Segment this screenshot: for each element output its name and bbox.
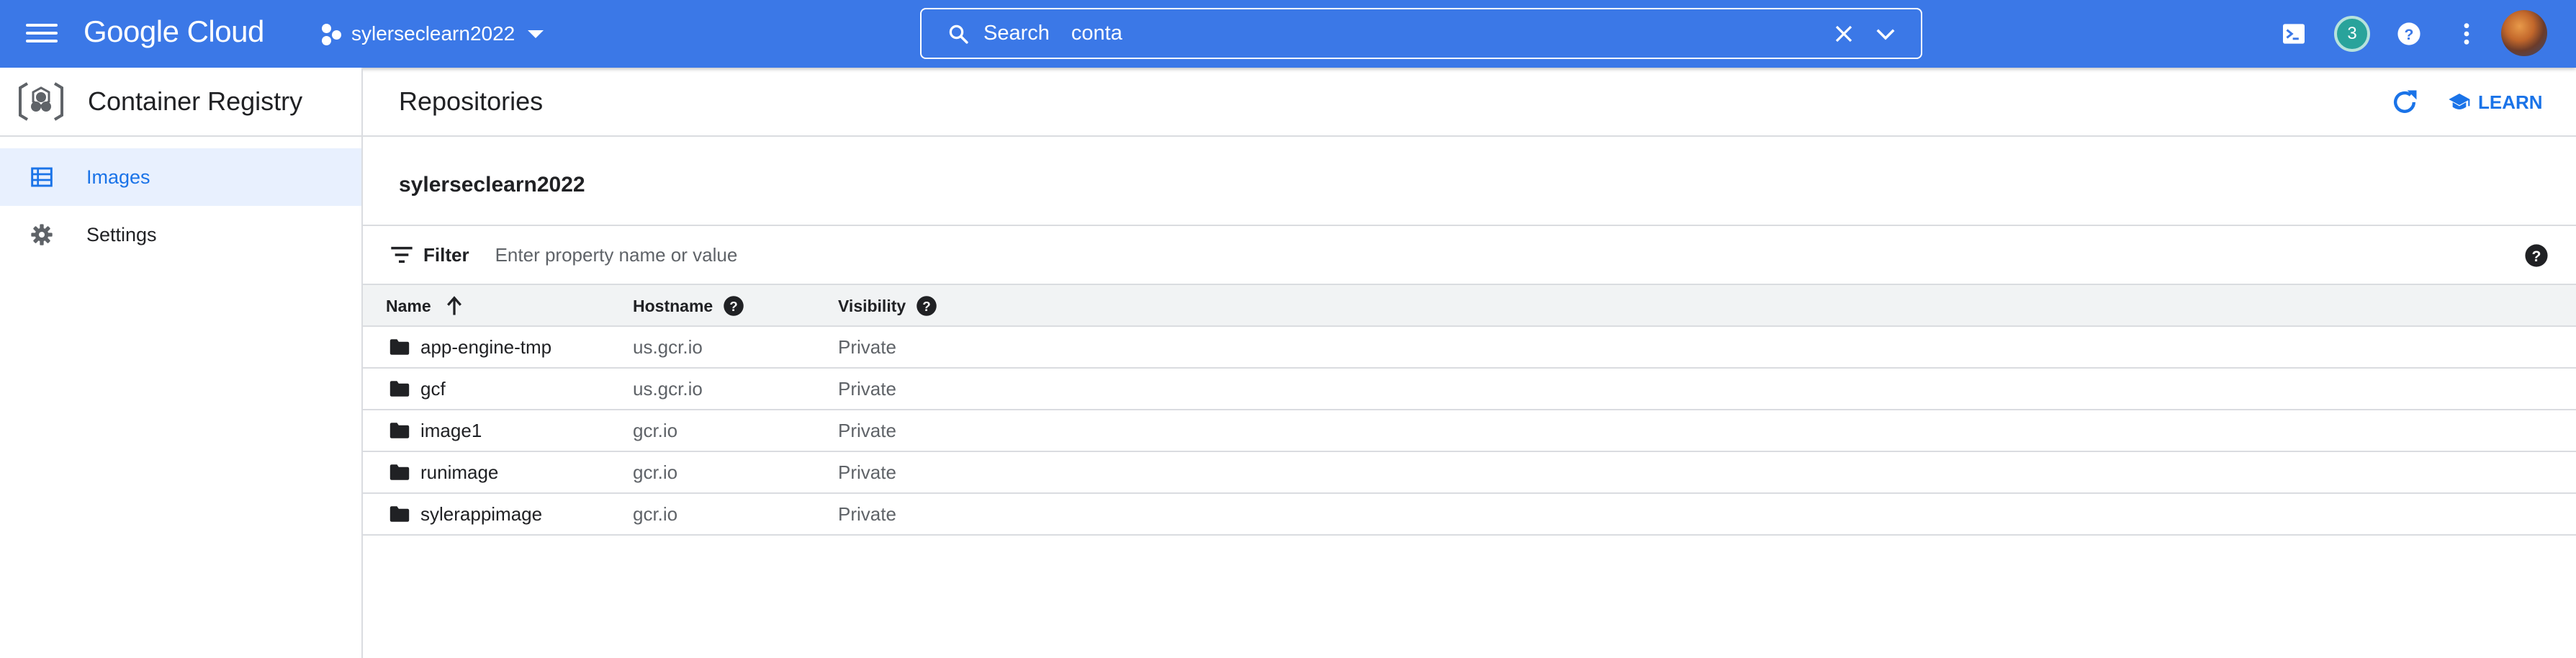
side-nav: Container Registry Images Settings	[0, 68, 363, 658]
help-icon[interactable]: ?	[2524, 243, 2549, 268]
help-icon[interactable]: ?	[916, 295, 937, 317]
search-input[interactable]: conta	[1071, 22, 1122, 45]
chevron-down-icon	[528, 30, 544, 38]
search-icon	[949, 24, 968, 44]
project-selector[interactable]: sylerseclearn2022	[320, 17, 544, 50]
hostname-cell: gcr.io	[633, 502, 678, 525]
filter-bar: Filter ?	[363, 225, 2576, 285]
column-header-hostname[interactable]: Hostname ?	[633, 285, 744, 327]
visibility-cell: Private	[838, 335, 896, 358]
list-icon	[31, 167, 53, 187]
close-icon[interactable]	[1833, 23, 1855, 45]
folder-icon	[389, 506, 410, 522]
hostname-cell: us.gcr.io	[633, 377, 703, 400]
table-header: Name Hostname ? Visibility ?	[363, 285, 2576, 327]
hostname-cell: gcr.io	[633, 419, 678, 441]
menu-icon[interactable]	[26, 20, 58, 46]
column-header-name[interactable]: Name	[386, 285, 464, 327]
table-row[interactable]: runimage gcr.io Private	[363, 452, 2576, 494]
google-cloud-logo[interactable]: Google Cloud	[84, 14, 264, 49]
chevron-down-icon[interactable]	[1875, 25, 1896, 44]
filter-icon	[391, 246, 413, 263]
svg-text:?: ?	[729, 299, 737, 314]
repository-link[interactable]: sylerappimage	[389, 494, 542, 534]
table-row[interactable]: sylerappimage gcr.io Private	[363, 494, 2576, 536]
visibility-cell: Private	[838, 377, 896, 400]
table-row[interactable]: gcf us.gcr.io Private	[363, 369, 2576, 410]
hostname-cell: us.gcr.io	[633, 335, 703, 358]
main-content: Repositories LEARN sylerseclearn2022 Fil…	[363, 68, 2576, 658]
help-icon[interactable]: ?	[2393, 18, 2425, 50]
repositories-table: Name Hostname ? Visibility ? app-engine-…	[363, 285, 2576, 536]
repository-title: sylerseclearn2022	[399, 173, 585, 197]
product-title: Container Registry	[88, 86, 303, 116]
page-title: Repositories	[399, 86, 544, 116]
search-label: Search	[983, 22, 1050, 45]
repository-link[interactable]: app-engine-tmp	[389, 327, 551, 367]
gear-icon	[31, 224, 53, 245]
more-vert-icon[interactable]	[2451, 18, 2482, 50]
school-icon	[2449, 94, 2470, 109]
help-icon[interactable]: ?	[723, 295, 744, 317]
sidebar-item-label: Images	[86, 166, 150, 188]
column-header-visibility[interactable]: Visibility ?	[838, 285, 937, 327]
sidebar-item-settings[interactable]: Settings	[0, 206, 361, 263]
container-registry-icon	[19, 82, 63, 121]
refresh-icon[interactable]	[2389, 86, 2420, 118]
table-row[interactable]: image1 gcr.io Private	[363, 410, 2576, 452]
visibility-cell: Private	[838, 419, 896, 441]
page-header: Repositories LEARN	[363, 68, 2576, 137]
learn-label: LEARN	[2478, 91, 2543, 113]
folder-icon	[389, 464, 410, 480]
arrow-up-icon	[446, 296, 461, 315]
hostname-cell: gcr.io	[633, 461, 678, 483]
folder-icon	[389, 381, 410, 397]
notification-badge[interactable]: 3	[2334, 16, 2370, 52]
cloud-shell-icon[interactable]	[2278, 18, 2310, 50]
folder-icon	[389, 423, 410, 438]
learn-button[interactable]: LEARN	[2448, 88, 2543, 117]
repository-link[interactable]: gcf	[389, 369, 446, 409]
product-header: Container Registry	[0, 68, 361, 137]
svg-text:?: ?	[922, 299, 930, 314]
repository-link[interactable]: image1	[389, 410, 482, 451]
filter-input[interactable]	[495, 243, 2295, 266]
repository-link[interactable]: runimage	[389, 452, 498, 492]
sidebar-item-images[interactable]: Images	[0, 148, 361, 206]
project-name: sylerseclearn2022	[351, 22, 515, 45]
avatar[interactable]	[2501, 10, 2547, 56]
filter-label: Filter	[423, 243, 469, 266]
folder-icon	[389, 339, 410, 355]
table-row[interactable]: app-engine-tmp us.gcr.io Private	[363, 327, 2576, 369]
svg-text:?: ?	[2532, 248, 2541, 265]
project-icon	[320, 22, 344, 46]
sidebar-item-label: Settings	[86, 223, 157, 245]
top-bar: Google Cloud sylerseclearn2022 Search co…	[0, 0, 2576, 68]
visibility-cell: Private	[838, 502, 896, 525]
svg-text:?: ?	[2405, 26, 2414, 43]
visibility-cell: Private	[838, 461, 896, 483]
search-bar[interactable]: Search conta	[920, 8, 1922, 59]
